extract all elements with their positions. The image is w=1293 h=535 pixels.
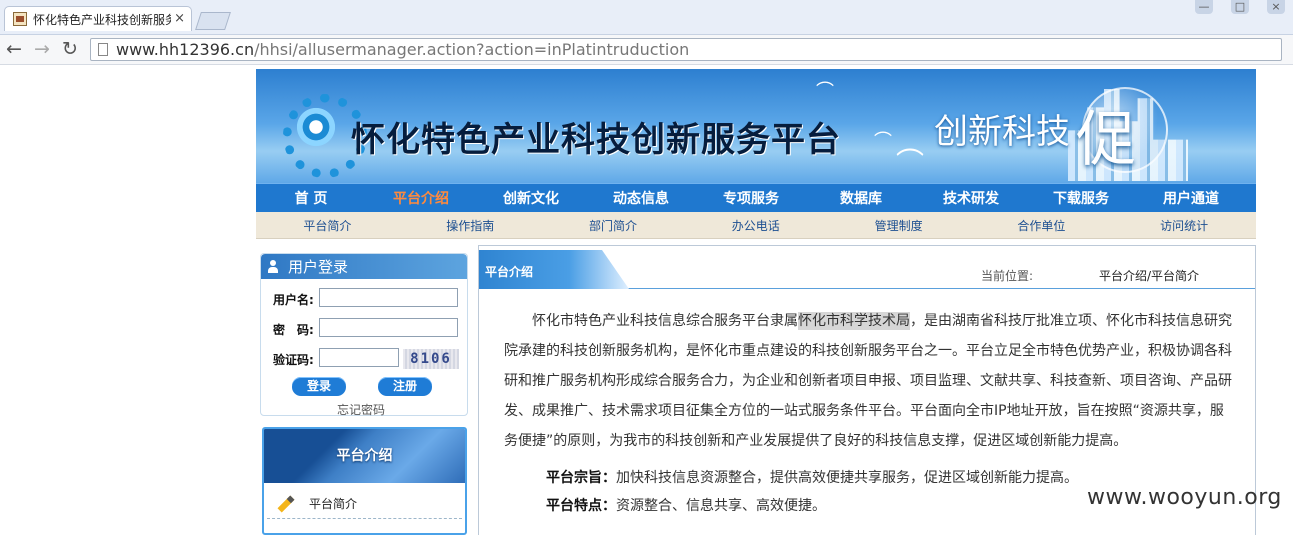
username-input[interactable] bbox=[319, 288, 458, 307]
page-icon bbox=[98, 43, 108, 56]
password-label: 密 码: bbox=[273, 323, 314, 337]
sidebar-item-platform-intro[interactable]: 平台简介 bbox=[267, 489, 462, 519]
banner-slogan-big: 促 bbox=[1076, 105, 1136, 175]
nav-special-services[interactable]: 专项服务 bbox=[696, 188, 806, 208]
login-panel: 用户登录 用户名: 密 码: 验证码: 8106 登录 注册 忘记密码 bbox=[260, 253, 468, 418]
paragraph-text: 怀化市特色产业科技信息综合服务平台隶属 bbox=[532, 313, 798, 329]
pencil-icon bbox=[277, 495, 295, 512]
forgot-password-link[interactable]: 忘记密码 bbox=[337, 401, 385, 418]
bird-icon: ⌒ bbox=[874, 131, 892, 152]
new-tab-button[interactable] bbox=[195, 12, 231, 30]
nav-news[interactable]: 动态信息 bbox=[586, 188, 696, 208]
gear-logo-icon bbox=[283, 94, 367, 178]
nav-innovation-culture[interactable]: 创新文化 bbox=[476, 188, 586, 208]
subnav-phones[interactable]: 办公电话 bbox=[684, 217, 827, 234]
sub-navigation: 平台简介 操作指南 部门简介 办公电话 管理制度 合作单位 访问统计 bbox=[256, 212, 1256, 239]
browser-tab-strip: 怀化特色产业科技创新服务 × — □ × bbox=[0, 0, 1293, 35]
password-input[interactable] bbox=[319, 318, 458, 337]
watermark: www.wooyun.org bbox=[1087, 485, 1282, 510]
content-header: 平台介绍 当前位置: 平台介绍/平台简介 bbox=[479, 246, 1255, 289]
main-navigation: 首 页 平台介绍 创新文化 动态信息 专项服务 数据库 技术研发 下载服务 用户… bbox=[256, 183, 1256, 212]
browser-tab[interactable]: 怀化特色产业科技创新服务 × bbox=[4, 6, 192, 31]
url-host: www.hh12396.cn bbox=[116, 40, 255, 59]
nav-database[interactable]: 数据库 bbox=[806, 188, 916, 208]
features-label: 平台特点： bbox=[546, 498, 616, 514]
maximize-icon[interactable]: □ bbox=[1231, 0, 1249, 14]
site-container: 怀化特色产业科技创新服务平台 ⌒ ⌒ ⌒ 创新科技 促 首 页 平台介绍 创新文… bbox=[256, 69, 1256, 535]
back-arrow-icon[interactable]: ← bbox=[6, 38, 22, 60]
url-input[interactable]: www.hh12396.cn /hhsi/allusermanager.acti… bbox=[90, 38, 1282, 61]
password-row: 密 码: bbox=[273, 318, 468, 338]
address-bar: ← → ↻ www.hh12396.cn /hhsi/allusermanage… bbox=[0, 35, 1293, 65]
captcha-row: 验证码: 8106 bbox=[273, 348, 468, 369]
nav-platform-intro[interactable]: 平台介绍 bbox=[366, 188, 476, 208]
bird-icon: ⌒ bbox=[896, 146, 925, 179]
subnav-partners[interactable]: 合作单位 bbox=[970, 217, 1113, 234]
site-favicon-icon bbox=[13, 12, 27, 26]
bird-icon: ⌒ bbox=[816, 81, 834, 102]
section-title: 平台介绍 bbox=[479, 250, 629, 289]
minimize-icon[interactable]: — bbox=[1195, 0, 1213, 14]
captcha-label: 验证码: bbox=[273, 353, 314, 367]
subnav-management[interactable]: 管理制度 bbox=[827, 217, 970, 234]
site-title: 怀化特色产业科技创新服务平台 bbox=[351, 120, 841, 160]
features-text: 资源整合、信息共享、高效便捷。 bbox=[616, 498, 826, 514]
platform-intro-sidebar: 平台介绍 平台简介 bbox=[262, 427, 467, 535]
window-controls: — □ × bbox=[1195, 0, 1285, 14]
intro-paragraph: 怀化市特色产业科技信息综合服务平台隶属怀化市科学技术局，是由湖南省科技厅批准立项… bbox=[504, 306, 1234, 456]
banner-slogan: 创新科技 bbox=[934, 112, 1070, 152]
breadcrumb-label: 当前位置: bbox=[981, 269, 1034, 283]
left-sidebar: 用户登录 用户名: 密 码: 验证码: 8106 登录 注册 忘记密码 平台介绍 bbox=[256, 245, 472, 535]
nav-research[interactable]: 技术研发 bbox=[916, 188, 1026, 208]
captcha-image[interactable]: 8106 bbox=[403, 349, 459, 369]
tab-title: 怀化特色产业科技创新服务 bbox=[33, 12, 171, 27]
username-row: 用户名: bbox=[273, 288, 468, 308]
register-button[interactable]: 注册 bbox=[378, 377, 432, 396]
subnav-platform-intro[interactable]: 平台简介 bbox=[256, 217, 399, 234]
purpose-label: 平台宗旨： bbox=[546, 470, 616, 486]
sidebar-item-label: 平台简介 bbox=[309, 497, 358, 511]
url-path: /hhsi/allusermanager.action?action=inPla… bbox=[254, 40, 690, 59]
sidebar-title: 平台介绍 bbox=[264, 429, 465, 483]
forward-arrow-icon[interactable]: → bbox=[34, 38, 50, 60]
login-header: 用户登录 bbox=[261, 254, 467, 279]
purpose-text: 加快科技信息资源整合，提供高效便捷共享服务，促进区域创新能力提高。 bbox=[616, 470, 1078, 486]
site-banner: 怀化特色产业科技创新服务平台 ⌒ ⌒ ⌒ 创新科技 促 bbox=[256, 69, 1256, 183]
captcha-input[interactable] bbox=[319, 348, 399, 367]
paragraph-text: ，是由湖南省科技厅批准立项、怀化市科技信息研究院承建的科技创新服务机构，是怀化市… bbox=[504, 313, 1232, 449]
reload-icon[interactable]: ↻ bbox=[62, 38, 78, 60]
highlighted-text: 怀化市科学技术局 bbox=[798, 312, 910, 330]
user-icon bbox=[268, 260, 284, 273]
breadcrumb: 平台介绍/平台简介 bbox=[1099, 269, 1200, 283]
close-icon[interactable]: × bbox=[174, 11, 185, 26]
subnav-statistics[interactable]: 访问统计 bbox=[1113, 217, 1256, 234]
nav-user-channel[interactable]: 用户通道 bbox=[1136, 188, 1246, 208]
window-close-icon[interactable]: × bbox=[1267, 0, 1285, 14]
username-label: 用户名: bbox=[273, 293, 314, 307]
subnav-departments[interactable]: 部门简介 bbox=[542, 217, 685, 234]
login-button[interactable]: 登录 bbox=[292, 377, 346, 396]
subnav-guide[interactable]: 操作指南 bbox=[399, 217, 542, 234]
nav-home[interactable]: 首 页 bbox=[256, 188, 366, 208]
nav-downloads[interactable]: 下载服务 bbox=[1026, 188, 1136, 208]
login-title: 用户登录 bbox=[288, 258, 349, 276]
